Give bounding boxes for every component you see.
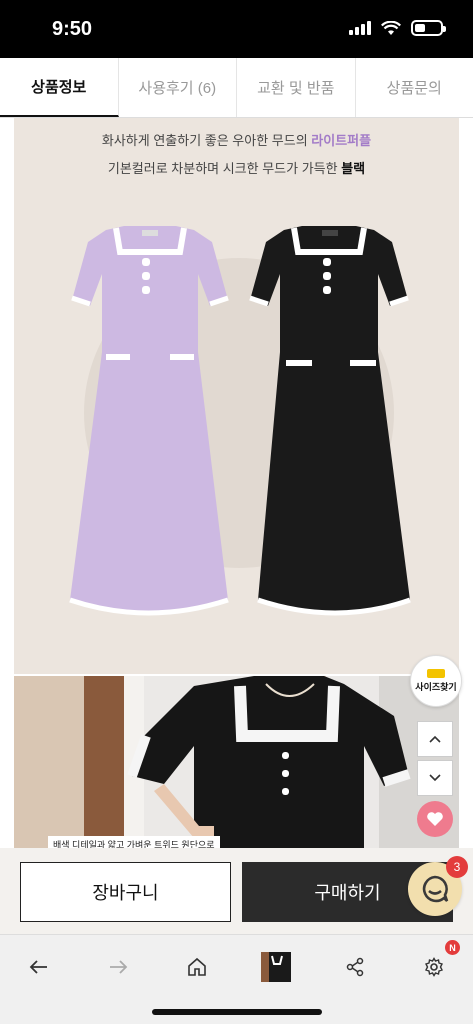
- chat-unread-badge: 3: [446, 856, 468, 878]
- tab-reviews[interactable]: 사용후기 (6): [119, 58, 237, 117]
- purchase-action-bar: 장바구니 구매하기: [0, 848, 473, 934]
- status-bar: 9:50: [0, 0, 473, 58]
- gear-icon: [425, 957, 443, 977]
- status-icons: [349, 20, 446, 36]
- model-photo: 배색 디테일과 얇고 가벼운 트위드 원단으로: [14, 676, 459, 848]
- settings-new-badge: N: [445, 940, 460, 955]
- status-time: 9:50: [52, 18, 93, 40]
- product-detail-content: 화사하게 연출하기 좋은 우아한 무드의 라이트퍼플 기본컬러로 차분하며 시크…: [14, 118, 459, 848]
- forward-button[interactable]: [96, 945, 140, 989]
- wishlist-heart-button[interactable]: [417, 801, 453, 837]
- chevron-down-icon: [429, 774, 441, 782]
- product-tabs: 상품정보 사용후기 (6) 교환 및 반품 상품문의: [0, 58, 473, 118]
- heart-icon: [427, 812, 443, 826]
- home-icon: [188, 957, 206, 976]
- highlight-light-purple: 라이트퍼플: [311, 133, 372, 148]
- chevron-up-icon: [429, 735, 441, 743]
- arrow-right-icon: [110, 960, 128, 974]
- purple-dress-image: [69, 226, 229, 616]
- tab-exchange-return[interactable]: 교환 및 반품: [237, 58, 356, 117]
- scroll-down-button[interactable]: [417, 760, 453, 796]
- wifi-icon: [381, 20, 401, 35]
- back-button[interactable]: [17, 945, 61, 989]
- black-dress-image: [249, 226, 411, 616]
- tab-product-info[interactable]: 상품정보: [0, 58, 119, 117]
- chat-icon: [422, 875, 449, 903]
- promo-caption-line2: 기본컬러로 차분하며 시크한 무드가 가득한 블랙: [107, 161, 366, 176]
- color-promo-banner: 화사하게 연출하기 좋은 우아한 무드의 라이트퍼플 기본컬러로 차분하며 시크…: [14, 118, 459, 674]
- home-button[interactable]: [175, 945, 219, 989]
- tab-thumbnail-icon: [261, 952, 291, 982]
- share-icon: [346, 957, 364, 977]
- cellular-signal-icon: [349, 21, 371, 35]
- photo-caption: 배색 디테일과 얇고 가벼운 트위드 원단으로: [48, 836, 220, 848]
- tab-product-inquiry[interactable]: 상품문의: [356, 58, 473, 117]
- tab-thumbnail-button[interactable]: [254, 945, 298, 989]
- size-finder-badge-icon: [427, 669, 445, 678]
- highlight-black: 블랙: [341, 161, 366, 176]
- arrow-left-icon: [29, 960, 47, 974]
- share-button[interactable]: [333, 945, 377, 989]
- model-photo-image: [14, 676, 459, 848]
- add-to-cart-button[interactable]: 장바구니: [20, 862, 231, 922]
- scroll-up-button[interactable]: [417, 721, 453, 757]
- size-finder-button[interactable]: 사이즈찾기: [410, 655, 462, 707]
- home-indicator[interactable]: [152, 1009, 322, 1015]
- size-finder-label: 사이즈찾기: [415, 682, 457, 692]
- battery-icon: [411, 20, 446, 36]
- promo-caption-line1: 화사하게 연출하기 좋은 우아한 무드의 라이트퍼플: [101, 133, 372, 148]
